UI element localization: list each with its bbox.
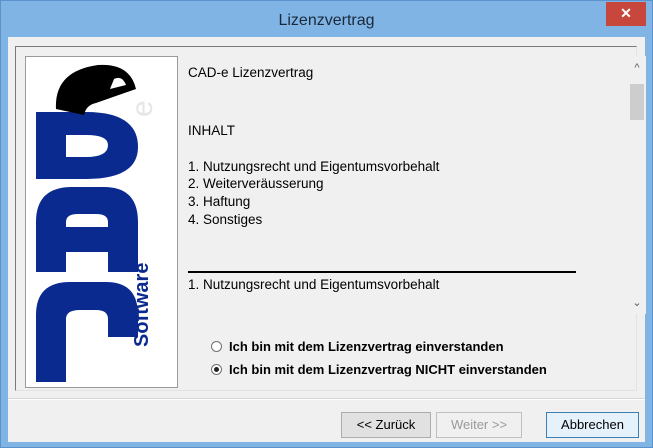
license-heading: CAD-e Lizenzvertrag <box>188 65 314 80</box>
section-divider <box>188 271 576 273</box>
radio-decline[interactable] <box>211 364 222 375</box>
toc-item: 2. Weiterveräusserung <box>188 176 324 191</box>
scroll-up-arrow-icon[interactable]: ^ <box>628 60 646 77</box>
radio-accept[interactable] <box>211 341 222 352</box>
scroll-thumb[interactable] <box>630 84 644 120</box>
close-button[interactable]: ✕ <box>606 2 646 26</box>
software-label: Software <box>131 263 153 347</box>
next-button[interactable]: Weiter >> <box>436 412 522 438</box>
cad-e-logo-graphic: e Software <box>36 64 159 382</box>
scroll-down-arrow-icon[interactable]: ⌄ <box>628 295 646 312</box>
toc-item: 4. Sonstiges <box>188 212 263 227</box>
svg-text:e: e <box>126 100 159 117</box>
toc-item: 3. Haftung <box>188 194 251 209</box>
toc-item: 1. Nutzungsrecht und Eigentumsvorbehalt <box>188 159 440 174</box>
title-bar[interactable]: Lizenzvertrag ✕ <box>1 1 652 37</box>
dialog-body: e Software CAD-e Lizenzvertrag INHALT 1.… <box>8 37 646 442</box>
section-heading: 1. Nutzungsrecht und Eigentumsvorbehalt <box>188 277 440 292</box>
decline-label[interactable]: Ich bin mit dem Lizenzvertrag NICHT einv… <box>229 361 547 379</box>
cancel-button[interactable]: Abbrechen <box>546 412 639 438</box>
window-title: Lizenzvertrag <box>278 12 375 29</box>
button-separator <box>8 398 645 400</box>
content-heading: INHALT <box>188 123 236 138</box>
license-dialog: Lizenzvertrag ✕ e Software CAD-e Lizenzv… <box>0 0 653 448</box>
accept-label[interactable]: Ich bin mit dem Lizenzvertrag einverstan… <box>229 338 504 356</box>
license-text-area[interactable]: CAD-e Lizenzvertrag INHALT 1. Nutzungsre… <box>178 56 625 314</box>
back-button[interactable]: << Zurück <box>341 412 431 438</box>
cad-e-logo: e Software <box>25 56 178 388</box>
vertical-scrollbar[interactable]: ^ ⌄ <box>628 56 646 314</box>
